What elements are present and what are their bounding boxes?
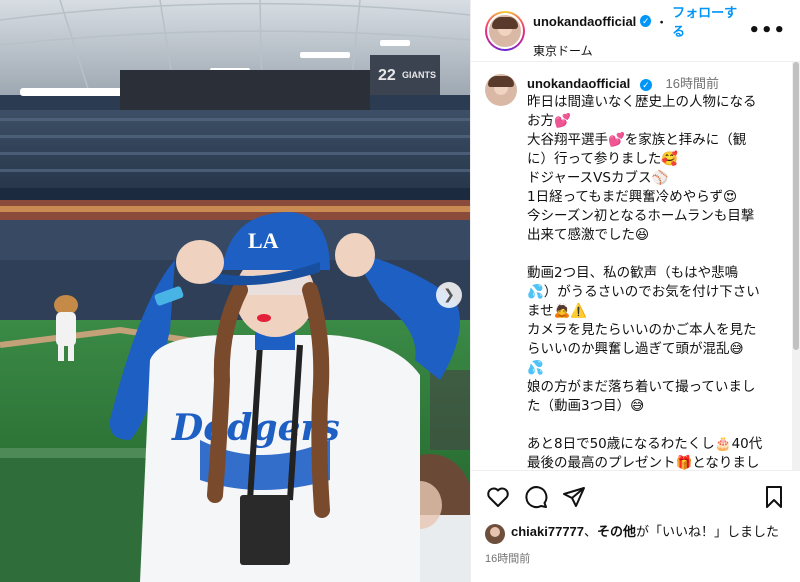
- post-header: unokandaofficial ✓ ・ フォローする 東京ドーム •••: [471, 0, 800, 62]
- caption-text: 昨日は間違いなく歴史上の人物になる お方💕 大谷翔平選手💕を家族と拝みに（観 に）行っ…: [527, 93, 786, 470]
- heart-icon[interactable]: [485, 485, 511, 509]
- caption-time: 16時間前: [665, 76, 720, 91]
- more-options-icon[interactable]: •••: [748, 20, 786, 41]
- scrollbar-thumb[interactable]: [793, 62, 799, 350]
- follow-button[interactable]: フォローする: [672, 2, 742, 40]
- author-avatar[interactable]: [485, 10, 525, 51]
- post-actions: chiaki77777、その他が「いいね！」しました 16時間前: [471, 470, 800, 566]
- post-timestamp[interactable]: 16時間前: [485, 550, 787, 566]
- bookmark-icon[interactable]: [761, 485, 787, 509]
- post-panel: unokandaofficial ✓ ・ フォローする 東京ドーム ••• un…: [470, 0, 800, 582]
- caption-line: た（動画3つ目）😅: [527, 398, 645, 414]
- caption-line: 出来て感激でした😆: [527, 227, 650, 243]
- author-username[interactable]: unokandaofficial: [533, 14, 636, 29]
- scoreboard-team: GIANTS: [402, 70, 436, 80]
- caption-area: unokandaofficial ✓ 16時間前 昨日は間違いなく歴史上の人物に…: [471, 62, 800, 470]
- caption-line: に）行って参りました🥰: [527, 151, 679, 167]
- caption-line: 今シーズン初となるホームランも目撃: [527, 208, 755, 224]
- caption-line: お方💕: [527, 113, 571, 129]
- caption-scrollbar[interactable]: [792, 62, 800, 470]
- comment-icon[interactable]: [523, 485, 549, 509]
- share-icon[interactable]: [561, 485, 587, 509]
- caption-line: 💦）がうるさいのでお気を付け下さい: [527, 284, 760, 300]
- caption-username[interactable]: unokandaofficial: [527, 76, 630, 91]
- caption-line: らいいのか興奮し過ぎて頭が混乱😅: [527, 341, 744, 357]
- cap-logo: LA: [248, 228, 279, 253]
- caption-line: 最後の最高のプレゼント🎁となりまし: [527, 455, 760, 470]
- caption-line: 娘の方がまだ落ち着いて撮っていまし: [527, 379, 756, 395]
- caption-avatar[interactable]: [485, 74, 517, 106]
- caption-line: カメラを見たらいいのかご本人を見た: [527, 322, 757, 338]
- liker-avatar[interactable]: [485, 524, 505, 544]
- caption-line: 昨日は間違いなく歴史上の人物になる: [527, 94, 757, 110]
- likes-separator: 、: [584, 524, 598, 539]
- chevron-right-icon: ❯: [443, 287, 455, 303]
- likes-summary: chiaki77777、その他が「いいね！」しました: [485, 523, 787, 544]
- caption-line: 💦: [527, 360, 544, 376]
- verified-badge-icon: ✓: [639, 79, 652, 91]
- caption-line: ドジャースVSカブス⚾: [527, 170, 669, 186]
- stadium-photo: 22 GIANTS Dodgers: [0, 0, 470, 582]
- verified-badge-icon: ✓: [640, 15, 652, 27]
- liker-username[interactable]: chiaki77777: [511, 524, 584, 539]
- caption-line: ませ🙇⚠️: [527, 303, 588, 319]
- next-image-button[interactable]: ❯: [436, 282, 462, 308]
- likes-others-link[interactable]: その他: [597, 524, 636, 539]
- post-photo[interactable]: 22 GIANTS Dodgers: [0, 0, 470, 582]
- post-location[interactable]: 東京ドーム: [533, 42, 742, 59]
- caption-line: あと8日で50歳になるわたくし🎂40代: [527, 436, 763, 452]
- likes-suffix: が「いいね！」しました: [636, 524, 780, 539]
- caption-line: 1日経ってもまだ興奮冷めやらず😍: [527, 189, 738, 205]
- caption-line: 動画2つ目、私の歓声（もはや悲鳴: [527, 265, 739, 281]
- caption-line: 大谷翔平選手💕を家族と拝みに（観: [527, 132, 747, 148]
- scoreboard-number: 22: [378, 67, 396, 84]
- separator-dot: ・: [655, 14, 669, 30]
